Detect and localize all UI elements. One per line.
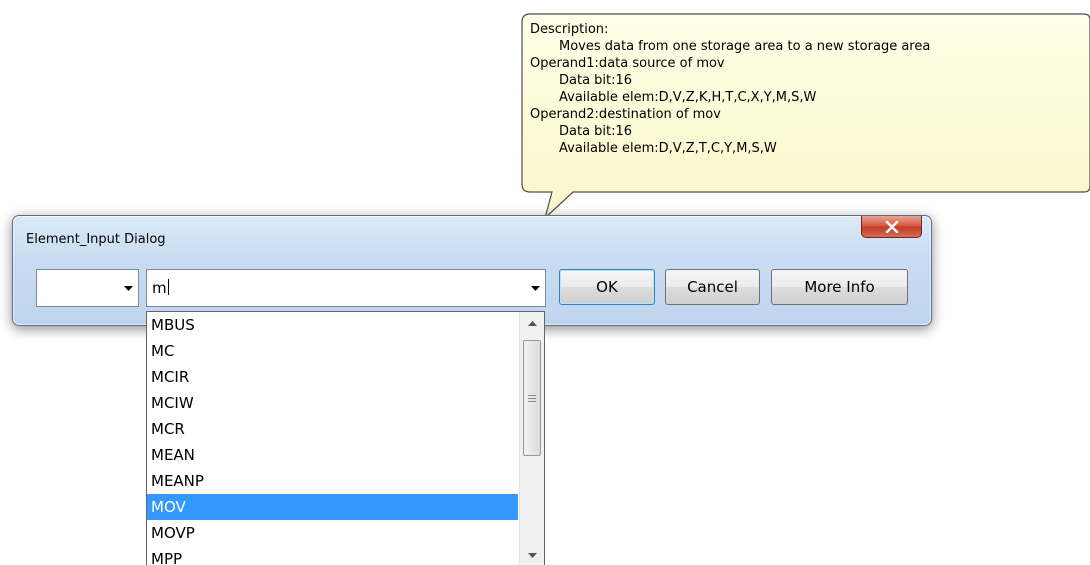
chevron-down-icon [124, 285, 133, 291]
instruction-dropdown-list: MBUS MC MCIR MCIW MCR MEAN MEANP MOV MOVP MPP [146, 311, 545, 565]
dropdown-item[interactable]: MEANP [147, 468, 518, 494]
dropdown-item[interactable]: MBUS [147, 312, 518, 338]
close-button[interactable] [861, 216, 922, 238]
tooltip-text: Description: Moves data from one storage … [530, 21, 1090, 157]
dialog-client-area: m OK Cancel More Info [20, 259, 924, 317]
text-caret [167, 279, 169, 295]
more-info-button[interactable]: More Info [771, 269, 908, 305]
close-x-icon [884, 220, 899, 233]
tooltip-line: Available elem:D,V,Z,K,H,T,C,X,Y,M,S,W [559, 90, 817, 105]
dropdown-item[interactable]: MPP [147, 546, 518, 565]
instruction-input-value: m [152, 279, 169, 297]
dropdown-scrollbar[interactable] [519, 312, 544, 565]
dropdown-item[interactable]: MEAN [147, 442, 518, 468]
dropdown-item[interactable]: MCIR [147, 364, 518, 390]
tooltip-line: Data bit:16 [559, 124, 633, 139]
scroll-thumb[interactable] [523, 340, 541, 456]
tooltip-line: Available elem:D,V,Z,T,C,Y,M,S,W [559, 141, 777, 156]
prefix-dropdown-arrow[interactable] [120, 271, 137, 305]
tooltip-line: Operand2:destination of mov [530, 107, 721, 122]
dialog-title: Element_Input Dialog [26, 232, 166, 247]
tooltip-line: Description: [530, 22, 609, 37]
screen: Description: Moves data from one storage … [0, 0, 1090, 565]
dropdown-item[interactable]: MOVP [147, 520, 518, 546]
tooltip-line: Moves data from one storage area to a ne… [559, 39, 931, 54]
prefix-select[interactable] [36, 269, 139, 307]
ok-button[interactable]: OK [559, 269, 655, 305]
grip-icon [528, 394, 536, 402]
dropdown-item[interactable]: MCR [147, 416, 518, 442]
element-input-dialog: Element_Input Dialog m OK Cancel More In… [12, 215, 932, 326]
instruction-dropdown-arrow[interactable] [527, 271, 544, 305]
dropdown-items: MBUS MC MCIR MCIW MCR MEAN MEANP MOV MOVP MPP [147, 312, 518, 565]
cancel-button[interactable]: Cancel [665, 269, 760, 305]
chevron-up-icon [527, 320, 537, 326]
scroll-down-button[interactable] [520, 544, 544, 565]
dropdown-item[interactable]: MCIW [147, 390, 518, 416]
scroll-up-button[interactable] [520, 312, 544, 334]
chevron-down-icon [531, 285, 540, 291]
dropdown-item[interactable]: MOV [147, 494, 518, 520]
instruction-input[interactable]: m [146, 269, 546, 307]
dropdown-item[interactable]: MC [147, 338, 518, 364]
tooltip-line: Operand1:data source of mov [530, 56, 725, 71]
tooltip-line: Data bit:16 [559, 73, 633, 88]
chevron-down-icon [527, 552, 537, 558]
